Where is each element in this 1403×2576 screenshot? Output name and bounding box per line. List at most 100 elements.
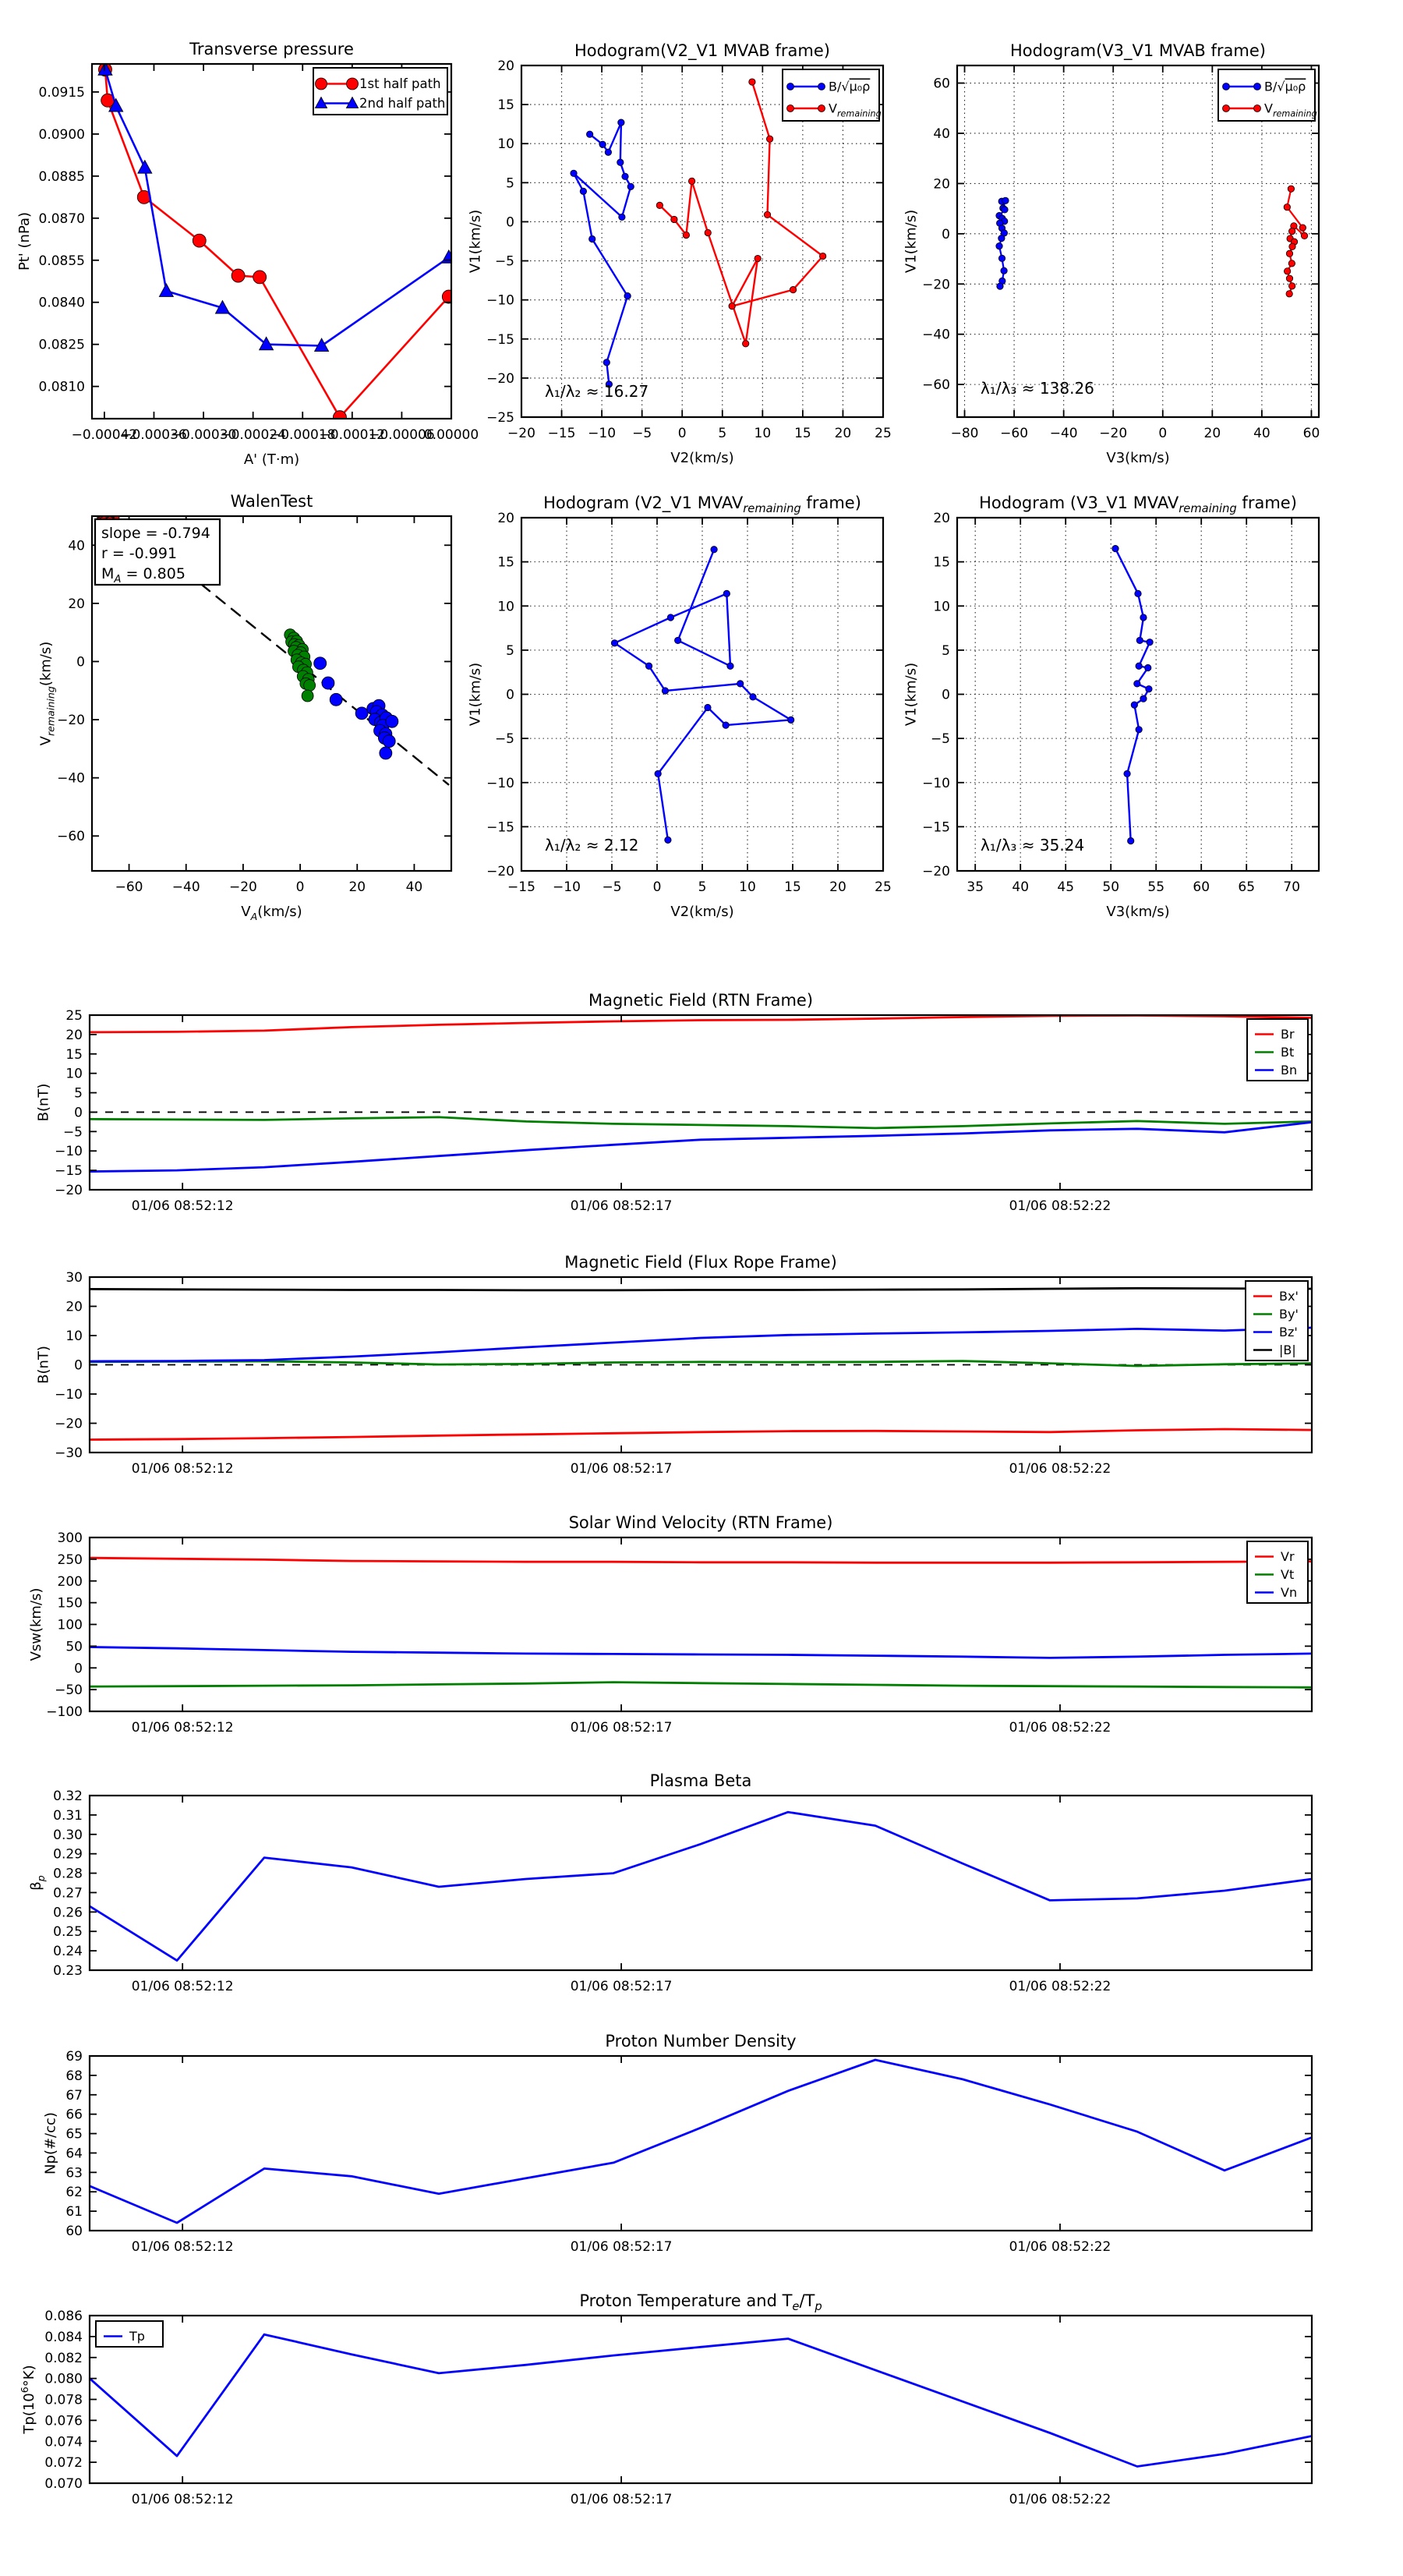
series-Vn [90, 1647, 1312, 1658]
legend-label: Vt [1281, 1567, 1294, 1582]
y-tick-label: −10 [55, 1387, 83, 1403]
y-tick-label: 20 [68, 596, 85, 612]
x-tick-label: 15 [784, 879, 801, 895]
x-tick-label: −40 [172, 879, 200, 895]
y-tick-label: 100 [58, 1618, 83, 1633]
y-tick-label: −10 [486, 776, 514, 791]
chart-title: Solar Wind Velocity (RTN Frame) [569, 1513, 833, 1532]
legend-label: B/√μ₀ρ [829, 80, 870, 94]
x-axis-label: V2(km/s) [670, 450, 733, 466]
y-tick-label: 0.0840 [39, 295, 85, 311]
axes-frame [92, 64, 451, 419]
chart-title: Plasma Beta [650, 1771, 752, 1790]
series-beta_p [90, 1812, 1312, 1960]
x-axis-label: V3(km/s) [1106, 904, 1169, 920]
x-tick-label: 20 [348, 879, 366, 895]
y-tick-label: 20 [933, 176, 950, 192]
y-tick-label: 0 [506, 688, 514, 703]
y-tick-label: 0.30 [53, 1828, 83, 1843]
annotation-lambda-ratio: λ₁/λ₂ ≈ 2.12 [545, 836, 638, 855]
y-tick-label: 0 [74, 1358, 83, 1374]
y-axis-label: Np(#/cc) [43, 2112, 59, 2174]
y-axis-label: B(nT) [35, 1346, 51, 1384]
annotation-lambda-ratio: λ₁/λ₂ ≈ 16.27 [545, 382, 648, 401]
legend: Tp [96, 2321, 163, 2347]
legend-label: Vr [1281, 1549, 1295, 1564]
series-Vr [90, 1558, 1312, 1562]
y-axis-label: Vremaining(km/s) [37, 642, 56, 746]
legend: B/√μ₀ρVremaining [783, 69, 882, 121]
series-1st half path [105, 69, 449, 417]
x-tick-label: −20 [1099, 426, 1127, 441]
y-tick-label: −60 [922, 377, 950, 393]
ticks: −0.00042−0.00036−0.00030−0.00024−0.00018… [39, 64, 479, 443]
y-tick-label: 0.0870 [39, 211, 85, 227]
plots-svg: −0.00042−0.00036−0.00030−0.00024−0.00018… [0, 0, 1403, 2573]
y-tick-label: 5 [506, 175, 514, 191]
chart-b_fr: 01/06 08:52:1201/06 08:52:1701/06 08:52:… [35, 1253, 1312, 1477]
y-axis-label: Pt' (nPa) [16, 212, 33, 271]
y-tick-label: 66 [65, 2107, 83, 2123]
y-tick-label: 62 [65, 2185, 83, 2200]
y-tick-label: 0.0855 [39, 253, 85, 269]
y-tick-label: 0 [942, 688, 950, 703]
chart-title: Hodogram (V3_V1 MVAVremaining frame) [979, 494, 1297, 515]
x-tick-label: 45 [1057, 879, 1074, 895]
x-tick-label: −40 [1050, 426, 1078, 441]
y-tick-label: 20 [65, 1300, 83, 1315]
y-tick-label: 0.082 [44, 2351, 83, 2366]
x-tick-label: 25 [875, 426, 892, 441]
x-tick-label: 15 [794, 426, 811, 441]
x-tick-label: −20 [229, 879, 257, 895]
y-tick-label: 0.31 [53, 1808, 83, 1824]
markers-V_trace [1112, 545, 1153, 844]
chart-beta: 01/06 08:52:1201/06 08:52:1701/06 08:52:… [28, 1771, 1312, 1994]
y-tick-label: 200 [58, 1574, 83, 1590]
x-tick-label: 40 [1253, 426, 1270, 441]
y-tick-label: 60 [933, 76, 950, 92]
y-tick-label: −30 [55, 1445, 83, 1461]
chart-title: Magnetic Field (Flux Rope Frame) [564, 1253, 837, 1272]
y-axis-label: Vsw(km/s) [28, 1588, 44, 1661]
y-tick-label: 65 [65, 2127, 83, 2143]
legend: B/√μ₀ρVremaining [1218, 69, 1317, 121]
axes-frame [90, 1015, 1312, 1190]
gridlines [957, 518, 1319, 871]
x-tick-label: 5 [698, 879, 707, 895]
y-tick-label: 15 [933, 555, 950, 571]
x-tick-label: 01/06 08:52:12 [132, 1720, 234, 1736]
legend-label: Tp [129, 2329, 145, 2344]
legend-label: |B| [1279, 1343, 1296, 1357]
series-Np [90, 2060, 1312, 2223]
y-tick-label: −40 [57, 771, 85, 787]
y-tick-label: −10 [486, 293, 514, 309]
y-tick-label: 0.0900 [39, 127, 85, 143]
chart-title: Proton Number Density [605, 2032, 796, 2051]
series-Tp [90, 2334, 1312, 2466]
markers-1st half path [98, 63, 455, 424]
y-tick-label: −15 [922, 819, 950, 835]
annotation-lambda-ratio: λ₁/λ₃ ≈ 35.24 [981, 836, 1084, 855]
x-tick-label: 20 [829, 879, 846, 895]
chart-transverse_pressure: −0.00042−0.00036−0.00030−0.00024−0.00018… [16, 40, 479, 468]
y-tick-label: 0.074 [44, 2434, 83, 2450]
y-tick-label: 250 [58, 1552, 83, 1568]
x-tick-label: 01/06 08:52:12 [132, 2239, 234, 2255]
legend-label: Bn [1281, 1063, 1297, 1077]
x-tick-label: −15 [548, 426, 576, 441]
y-tick-label: 0 [76, 654, 85, 670]
legend: VrVtVn [1247, 1541, 1308, 1603]
chart-walen_test: −60−40−2002040−60−40−2002040WalenTestVA(… [37, 492, 451, 922]
x-tick-label: 01/06 08:52:17 [571, 2239, 673, 2255]
x-tick-label: 20 [1204, 426, 1221, 441]
legend-label: 1st half path [359, 76, 441, 91]
x-tick-label: 10 [755, 426, 772, 441]
y-tick-label: 300 [58, 1530, 83, 1546]
markers-B_over_sqrt_mu0rho [571, 119, 634, 387]
x-tick-label: 0 [678, 426, 687, 441]
x-tick-label: 40 [1012, 879, 1029, 895]
y-tick-label: −15 [486, 332, 514, 348]
y-tick-label: 61 [65, 2204, 83, 2220]
y-tick-label: 0.28 [53, 1867, 83, 1882]
y-tick-label: 60 [65, 2224, 83, 2239]
